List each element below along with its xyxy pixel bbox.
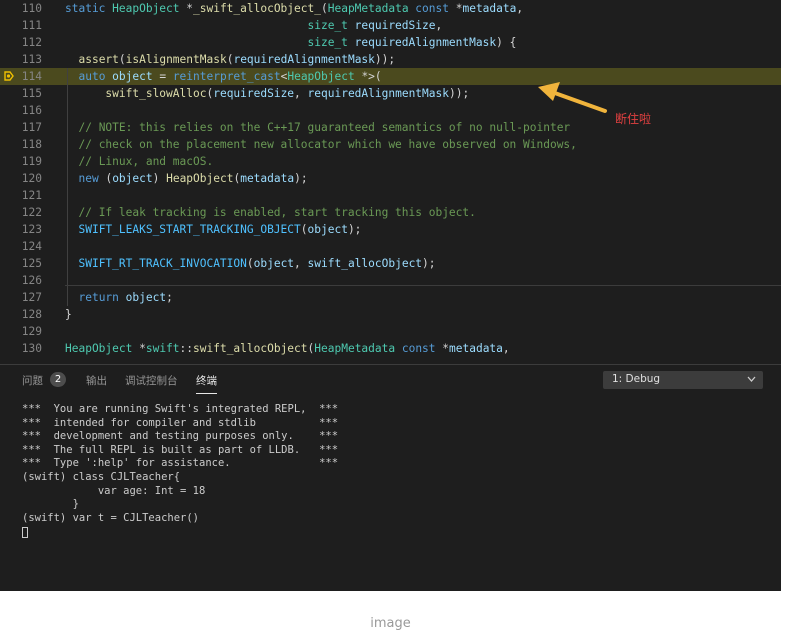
terminal-line: *** development and testing purposes onl… bbox=[22, 430, 339, 443]
tab-problems[interactable]: 问题 bbox=[22, 373, 43, 388]
terminal-line: *** intended for compiler and stdlib *** bbox=[22, 416, 339, 429]
tab-output[interactable]: 输出 bbox=[86, 373, 107, 388]
problems-count-badge: 2 bbox=[50, 372, 66, 387]
chevron-down-icon bbox=[747, 376, 756, 382]
image-caption: image bbox=[370, 616, 411, 631]
code-editor[interactable]: 130 HeapObject *swift::swift_allocObject(… bbox=[0, 0, 781, 361]
vscode-screenshot: 130 HeapObject *swift::swift_allocObject(… bbox=[0, 0, 781, 591]
terminal-line: (swift) class CJLTeacher{ bbox=[22, 470, 181, 483]
terminal-line: } bbox=[22, 498, 79, 511]
terminal-line: *** You are running Swift's integrated R… bbox=[22, 403, 339, 415]
terminal-select-value: 1: Debug bbox=[612, 373, 661, 385]
terminal-cursor bbox=[22, 527, 28, 538]
terminal-line: *** Type ':help' for assistance. *** bbox=[22, 457, 339, 470]
tab-debug-console[interactable]: 调试控制台 bbox=[125, 373, 178, 388]
terminal-output[interactable]: *** You are running Swift's integrated R… bbox=[22, 403, 338, 525]
annotation-text: 断住啦 bbox=[615, 112, 652, 126]
terminal-line: var age: Int = 18 bbox=[22, 484, 206, 497]
terminal-line: (swift) var t = CJLTeacher() bbox=[22, 511, 200, 524]
terminal-line: *** The full REPL is built as part of LL… bbox=[22, 443, 339, 456]
annotation-arrow bbox=[538, 82, 607, 113]
bottom-panel: 问题 2 输出 调试控制台 终端 1: Debug *** You are ru… bbox=[0, 364, 781, 591]
terminal-select[interactable]: 1: Debug bbox=[603, 371, 763, 389]
tab-terminal[interactable]: 终端 bbox=[196, 373, 217, 394]
